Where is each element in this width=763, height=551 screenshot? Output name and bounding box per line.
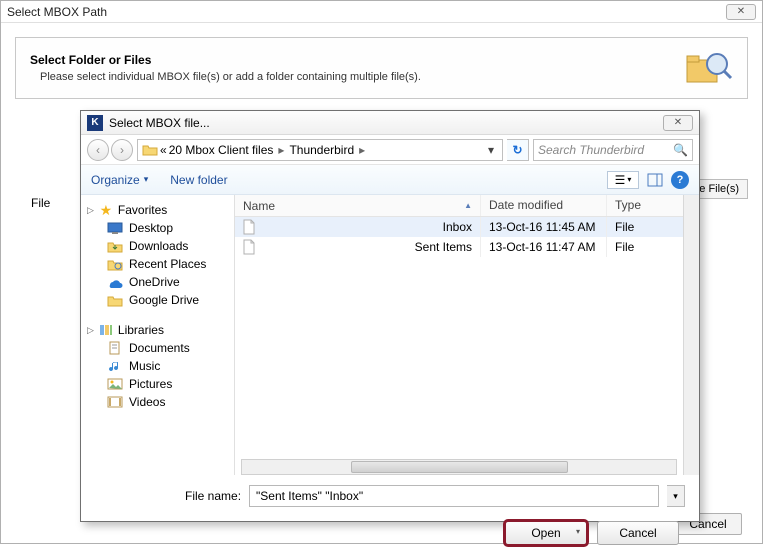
preview-pane-button[interactable] (645, 171, 665, 189)
libraries-header[interactable]: ▷ Libraries (81, 321, 234, 339)
file-date: 13-Oct-16 11:47 AM (481, 237, 607, 257)
star-icon: ★ (98, 203, 114, 217)
breadcrumb-seg1[interactable]: 20 Mbox Client files (169, 143, 274, 157)
collapse-icon: ▷ (87, 325, 94, 336)
libraries-icon (98, 323, 114, 337)
filename-dropdown-icon[interactable]: ▾ (667, 485, 685, 507)
filename-label: File name: (185, 489, 241, 503)
videos-icon (107, 395, 123, 409)
file-icon (241, 240, 257, 254)
breadcrumb-seg2[interactable]: Thunderbird (289, 143, 354, 157)
sidebar-item-recent[interactable]: Recent Places (81, 255, 234, 273)
info-text: Please select individual MBOX file(s) or… (30, 71, 421, 83)
breadcrumb-pre: « (160, 143, 167, 157)
scrollbar-thumb[interactable] (351, 461, 568, 473)
cancel-button[interactable]: Cancel (597, 521, 679, 545)
view-mode-button[interactable]: ☰▾ (607, 171, 639, 189)
folder-icon (142, 143, 158, 157)
downloads-icon (107, 239, 123, 253)
filename-row: File name: ▾ (185, 485, 685, 507)
new-folder-button[interactable]: New folder (170, 173, 227, 187)
documents-icon (107, 341, 123, 355)
organize-menu[interactable]: Organize ▾ (91, 173, 148, 187)
info-box: Select Folder or Files Please select ind… (15, 37, 748, 99)
sidebar: ▷ ★ Favorites Desktop Downloads Recent P… (81, 195, 235, 475)
search-icon: 🔍 (673, 143, 688, 157)
pictures-icon (107, 377, 123, 391)
dialog-titlebar: K Select MBOX file... ✕ (81, 111, 699, 135)
file-column-label: File (31, 196, 50, 210)
dialog-close-button[interactable]: ✕ (663, 115, 693, 131)
outer-titlebar: Select MBOX Path ✕ (1, 1, 762, 23)
sidebar-item-pictures[interactable]: Pictures (81, 375, 234, 393)
file-list-header: Name▲ Date modified Type (235, 195, 699, 217)
help-button[interactable]: ? (671, 171, 689, 189)
collapse-icon: ▷ (87, 205, 94, 216)
toolbar-left: Organize ▾ New folder (91, 173, 228, 187)
chevron-right-icon[interactable]: ▸ (275, 143, 287, 157)
onedrive-icon (107, 275, 123, 289)
file-icon (241, 220, 257, 234)
gdrive-icon (107, 293, 123, 307)
nav-bar: ‹ › « 20 Mbox Client files ▸ Thunderbird… (81, 135, 699, 165)
dialog-main: ▷ ★ Favorites Desktop Downloads Recent P… (81, 195, 699, 475)
sidebar-item-gdrive[interactable]: Google Drive (81, 291, 234, 309)
folder-search-icon (683, 48, 733, 88)
file-row[interactable]: Sent Items13-Oct-16 11:47 AMFile (235, 237, 699, 257)
sidebar-item-downloads[interactable]: Downloads (81, 237, 234, 255)
dialog-title-text: Select MBOX file... (109, 116, 210, 130)
horizontal-scrollbar[interactable] (241, 459, 677, 475)
file-name: Sent Items (415, 240, 472, 254)
dialog-bottom: File name: ▾ Open Cancel (81, 475, 699, 551)
file-row[interactable]: Inbox13-Oct-16 11:45 AMFile (235, 217, 699, 237)
recent-icon (107, 257, 123, 271)
dialog-buttons: Open Cancel (95, 521, 685, 545)
breadcrumb[interactable]: « 20 Mbox Client files ▸ Thunderbird ▸ ▾ (137, 139, 503, 161)
dialog-title-left: K Select MBOX file... (87, 115, 210, 131)
chevron-right-icon[interactable]: ▸ (356, 143, 368, 157)
toolbar: Organize ▾ New folder ☰▾ ? (81, 165, 699, 195)
forward-button[interactable]: › (111, 139, 133, 161)
search-placeholder: Search Thunderbird (538, 143, 644, 157)
back-button[interactable]: ‹ (87, 139, 109, 161)
search-input[interactable]: Search Thunderbird 🔍 (533, 139, 693, 161)
favorites-header[interactable]: ▷ ★ Favorites (81, 201, 234, 219)
column-date[interactable]: Date modified (481, 195, 607, 216)
desktop-icon (107, 221, 123, 235)
sort-asc-icon: ▲ (464, 201, 472, 210)
file-list: Name▲ Date modified Type Inbox 13-Oct-16 … (235, 195, 699, 475)
info-heading: Select Folder or Files (30, 53, 421, 67)
vertical-scrollbar[interactable] (683, 195, 699, 475)
file-rows: Inbox13-Oct-16 11:45 AMFileSent Items13-… (235, 217, 699, 257)
column-name[interactable]: Name▲ (235, 195, 481, 216)
file-date: 13-Oct-16 11:45 AM (481, 217, 607, 237)
sidebar-item-onedrive[interactable]: OneDrive (81, 273, 234, 291)
outer-title-text: Select MBOX Path (7, 5, 107, 19)
open-button[interactable]: Open (505, 521, 587, 545)
sidebar-item-music[interactable]: Music (81, 357, 234, 375)
refresh-button[interactable]: ↻ (507, 139, 529, 161)
file-name: Inbox (443, 220, 472, 234)
favorites-group: ▷ ★ Favorites Desktop Downloads Recent P… (81, 201, 234, 309)
sidebar-item-desktop[interactable]: Desktop (81, 219, 234, 237)
filename-input[interactable] (249, 485, 659, 507)
file-open-dialog: K Select MBOX file... ✕ ‹ › « 20 Mbox Cl… (80, 110, 700, 522)
breadcrumb-dropdown-icon[interactable]: ▾ (484, 143, 498, 157)
chevron-down-icon: ▾ (144, 174, 149, 185)
info-text-group: Select Folder or Files Please select ind… (30, 53, 421, 83)
sidebar-item-videos[interactable]: Videos (81, 393, 234, 411)
outer-close-button[interactable]: ✕ (726, 4, 756, 20)
sidebar-item-documents[interactable]: Documents (81, 339, 234, 357)
music-icon (107, 359, 123, 373)
outer-body: Select Folder or Files Please select ind… (1, 23, 762, 113)
toolbar-right: ☰▾ ? (607, 171, 689, 189)
app-icon: K (87, 115, 103, 131)
nav-buttons: ‹ › (87, 139, 133, 161)
libraries-group: ▷ Libraries Documents Music Pictures Vid… (81, 321, 234, 411)
